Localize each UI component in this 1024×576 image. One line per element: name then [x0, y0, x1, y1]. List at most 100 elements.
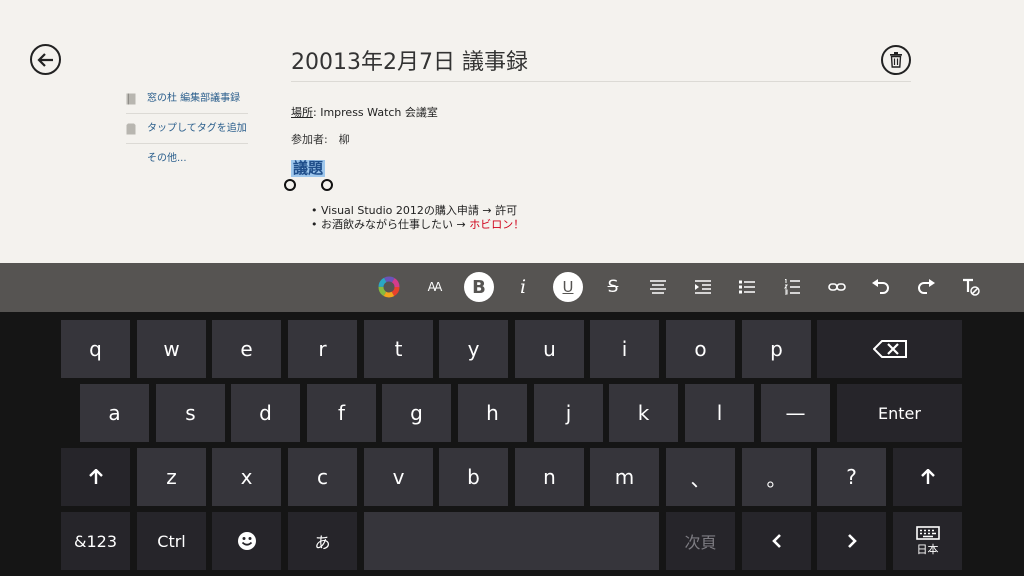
location-value: : Impress Watch 会議室 [313, 106, 438, 119]
link-icon [828, 283, 846, 291]
key-question[interactable]: ? [817, 448, 886, 506]
italic-button[interactable]: i [508, 272, 538, 302]
notebook-label: 窓の杜 編集部議事録 [147, 93, 241, 104]
more-link[interactable]: その他... [126, 144, 248, 173]
key-q[interactable]: q [61, 320, 130, 378]
key-z[interactable]: z [137, 448, 206, 506]
indent-icon [695, 280, 711, 294]
emoji-key[interactable] [212, 512, 281, 570]
key-t[interactable]: t [364, 320, 433, 378]
notebook-link[interactable]: 窓の杜 編集部議事録 [126, 84, 248, 114]
notebook-icon [126, 93, 136, 105]
bold-button[interactable]: B [464, 272, 494, 302]
key-l[interactable]: l [685, 384, 754, 442]
key-h[interactable]: h [458, 384, 527, 442]
kana-key[interactable]: あ [288, 512, 357, 570]
enter-key[interactable]: Enter [837, 384, 962, 442]
highlight-text: ホビロン！ [469, 218, 525, 231]
note-sidebar: 窓の杜 編集部議事録 タップしてタグを追加 その他... [126, 84, 248, 173]
next-candidate-key[interactable]: 次頁 [666, 512, 735, 570]
bulleted-list-button[interactable] [732, 272, 762, 302]
key-j[interactable]: j [534, 384, 603, 442]
ctrl-key[interactable]: Ctrl [137, 512, 206, 570]
numbered-list-icon [784, 279, 800, 295]
font-size-button[interactable]: AA [419, 272, 449, 302]
keyboard-layout-key[interactable]: 日本 [893, 512, 962, 570]
agenda-list[interactable]: Visual Studio 2012の購入申請 → 許可 お酒飲みながら仕事した… [311, 204, 524, 232]
tag-icon [126, 123, 136, 135]
redo-button[interactable] [911, 272, 941, 302]
key-f[interactable]: f [307, 384, 376, 442]
numbered-list-button[interactable] [777, 272, 807, 302]
delete-button[interactable] [881, 45, 911, 75]
key-p[interactable]: p [742, 320, 811, 378]
undo-button[interactable] [866, 272, 896, 302]
key-comma[interactable]: 、 [666, 448, 735, 506]
clear-format-button[interactable] [956, 272, 986, 302]
cursor-right-key[interactable] [817, 512, 886, 570]
key-e[interactable]: e [212, 320, 281, 378]
backspace-key[interactable] [817, 320, 962, 378]
space-key[interactable] [364, 512, 659, 570]
font-size-icon: AA [427, 280, 443, 294]
redo-icon [918, 279, 935, 294]
bulleted-list-icon [739, 280, 755, 294]
italic-icon: i [519, 276, 527, 298]
shift-key-right[interactable] [893, 448, 962, 506]
participants-line[interactable]: 参加者: 柳 [291, 131, 350, 147]
key-u[interactable]: u [515, 320, 584, 378]
key-i[interactable]: i [590, 320, 659, 378]
key-r[interactable]: r [288, 320, 357, 378]
symbols-key[interactable]: &123 [61, 512, 130, 570]
indent-button[interactable] [688, 272, 718, 302]
key-period[interactable]: 。 [742, 448, 811, 506]
key-c[interactable]: c [288, 448, 357, 506]
key-m[interactable]: m [590, 448, 659, 506]
bold-icon: B [472, 276, 486, 298]
add-tag-label: タップしてタグを追加 [147, 123, 247, 134]
back-button[interactable] [30, 44, 61, 75]
key-w[interactable]: w [137, 320, 206, 378]
key-y[interactable]: y [439, 320, 508, 378]
page-title[interactable]: 20013年2月7日 議事録 [291, 44, 528, 76]
key-o[interactable]: o [666, 320, 735, 378]
location-label: 場所 [291, 106, 313, 119]
key-k[interactable]: k [609, 384, 678, 442]
font-color-button[interactable] [374, 272, 404, 302]
arrow-left-icon [36, 52, 53, 67]
key-dash[interactable]: — [761, 384, 830, 442]
key-b[interactable]: b [439, 448, 508, 506]
key-g[interactable]: g [382, 384, 451, 442]
shift-key-left[interactable] [61, 448, 130, 506]
layout-label: 日本 [916, 542, 939, 556]
agenda-heading-selected[interactable]: 議題 [291, 160, 326, 177]
key-s[interactable]: s [156, 384, 225, 442]
key-a[interactable]: a [80, 384, 149, 442]
undo-icon [872, 279, 889, 294]
note-page: 20013年2月7日 議事録 窓の杜 編集部議事録 タップしてタグを追加 その他… [0, 0, 1024, 263]
shift-arrow-icon [88, 469, 103, 484]
selection-handle-start[interactable] [284, 179, 296, 191]
list-item-text: Visual Studio 2012の購入申請 → 許可 [321, 204, 518, 217]
align-center-icon [650, 280, 666, 294]
location-line[interactable]: 場所: Impress Watch 会議室 [291, 104, 438, 120]
align-button[interactable] [643, 272, 673, 302]
key-v[interactable]: v [364, 448, 433, 506]
chevron-left-icon [771, 534, 781, 548]
trash-icon [890, 52, 902, 68]
keyboard-icon [915, 525, 940, 540]
key-d[interactable]: d [231, 384, 300, 442]
color-wheel-icon [378, 276, 400, 298]
selection-handle-end[interactable] [321, 179, 333, 191]
add-tag-link[interactable]: タップしてタグを追加 [126, 114, 248, 144]
underline-icon: U [562, 278, 574, 296]
backspace-icon [872, 340, 907, 358]
underline-button[interactable]: U [553, 272, 583, 302]
key-n[interactable]: n [515, 448, 584, 506]
clear-format-icon [963, 278, 980, 296]
key-x[interactable]: x [212, 448, 281, 506]
strikethrough-button[interactable]: S [598, 272, 628, 302]
cursor-left-key[interactable] [742, 512, 811, 570]
link-button[interactable] [822, 272, 852, 302]
list-item: お酒飲みながら仕事したい → ホビロン！ [311, 218, 524, 232]
